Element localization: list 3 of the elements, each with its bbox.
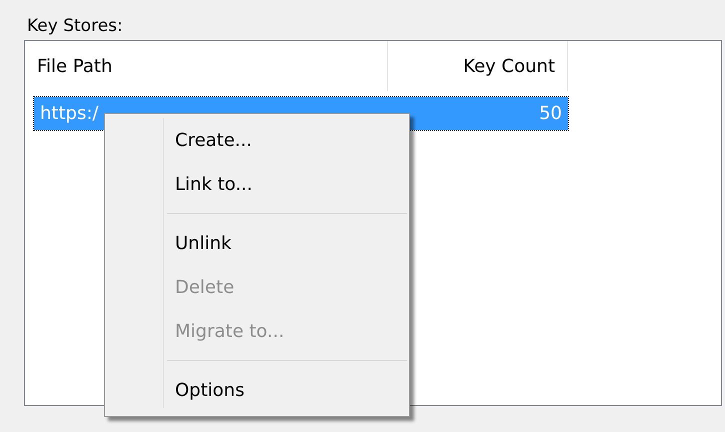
table-cell-text: https:/ xyxy=(39,103,100,124)
group-label: Key Stores: xyxy=(27,16,123,36)
table-cell-text: 50 xyxy=(538,103,563,124)
